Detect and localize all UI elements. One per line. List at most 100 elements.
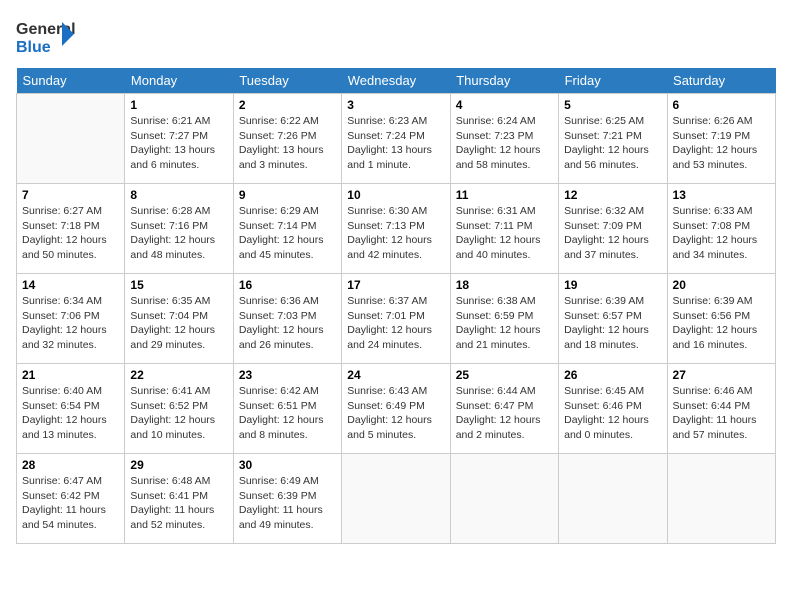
calendar-cell: 8 Sunrise: 6:28 AMSunset: 7:16 PMDaylight… xyxy=(125,184,233,274)
day-number: 21 xyxy=(22,368,119,382)
col-header-friday: Friday xyxy=(559,68,667,94)
day-number: 26 xyxy=(564,368,661,382)
calendar-cell: 30 Sunrise: 6:49 AMSunset: 6:39 PMDayligh… xyxy=(233,454,341,544)
day-info: Sunrise: 6:43 AMSunset: 6:49 PMDaylight:… xyxy=(347,384,444,443)
day-info: Sunrise: 6:41 AMSunset: 6:52 PMDaylight:… xyxy=(130,384,227,443)
day-info: Sunrise: 6:46 AMSunset: 6:44 PMDaylight:… xyxy=(673,384,770,443)
day-info: Sunrise: 6:35 AMSunset: 7:04 PMDaylight:… xyxy=(130,294,227,353)
calendar-cell: 22 Sunrise: 6:41 AMSunset: 6:52 PMDayligh… xyxy=(125,364,233,454)
col-header-thursday: Thursday xyxy=(450,68,558,94)
calendar-cell: 27 Sunrise: 6:46 AMSunset: 6:44 PMDayligh… xyxy=(667,364,775,454)
calendar-cell: 25 Sunrise: 6:44 AMSunset: 6:47 PMDayligh… xyxy=(450,364,558,454)
day-number: 19 xyxy=(564,278,661,292)
day-number: 12 xyxy=(564,188,661,202)
day-info: Sunrise: 6:27 AMSunset: 7:18 PMDaylight:… xyxy=(22,204,119,263)
calendar-cell: 13 Sunrise: 6:33 AMSunset: 7:08 PMDayligh… xyxy=(667,184,775,274)
day-info: Sunrise: 6:38 AMSunset: 6:59 PMDaylight:… xyxy=(456,294,553,353)
calendar-cell: 9 Sunrise: 6:29 AMSunset: 7:14 PMDaylight… xyxy=(233,184,341,274)
calendar-cell: 14 Sunrise: 6:34 AMSunset: 7:06 PMDayligh… xyxy=(17,274,125,364)
day-info: Sunrise: 6:34 AMSunset: 7:06 PMDaylight:… xyxy=(22,294,119,353)
day-info: Sunrise: 6:28 AMSunset: 7:16 PMDaylight:… xyxy=(130,204,227,263)
col-header-monday: Monday xyxy=(125,68,233,94)
day-number: 29 xyxy=(130,458,227,472)
calendar-cell xyxy=(342,454,450,544)
day-info: Sunrise: 6:45 AMSunset: 6:46 PMDaylight:… xyxy=(564,384,661,443)
day-info: Sunrise: 6:36 AMSunset: 7:03 PMDaylight:… xyxy=(239,294,336,353)
calendar-cell: 18 Sunrise: 6:38 AMSunset: 6:59 PMDayligh… xyxy=(450,274,558,364)
calendar-cell xyxy=(17,94,125,184)
day-info: Sunrise: 6:37 AMSunset: 7:01 PMDaylight:… xyxy=(347,294,444,353)
col-header-sunday: Sunday xyxy=(17,68,125,94)
day-info: Sunrise: 6:48 AMSunset: 6:41 PMDaylight:… xyxy=(130,474,227,533)
col-header-saturday: Saturday xyxy=(667,68,775,94)
day-info: Sunrise: 6:21 AMSunset: 7:27 PMDaylight:… xyxy=(130,114,227,173)
day-info: Sunrise: 6:30 AMSunset: 7:13 PMDaylight:… xyxy=(347,204,444,263)
calendar-cell: 19 Sunrise: 6:39 AMSunset: 6:57 PMDayligh… xyxy=(559,274,667,364)
day-number: 24 xyxy=(347,368,444,382)
day-number: 14 xyxy=(22,278,119,292)
day-info: Sunrise: 6:47 AMSunset: 6:42 PMDaylight:… xyxy=(22,474,119,533)
day-number: 18 xyxy=(456,278,553,292)
day-number: 7 xyxy=(22,188,119,202)
day-info: Sunrise: 6:24 AMSunset: 7:23 PMDaylight:… xyxy=(456,114,553,173)
col-header-wednesday: Wednesday xyxy=(342,68,450,94)
day-info: Sunrise: 6:39 AMSunset: 6:56 PMDaylight:… xyxy=(673,294,770,353)
calendar-cell: 11 Sunrise: 6:31 AMSunset: 7:11 PMDayligh… xyxy=(450,184,558,274)
day-number: 2 xyxy=(239,98,336,112)
day-number: 6 xyxy=(673,98,770,112)
calendar-cell: 2 Sunrise: 6:22 AMSunset: 7:26 PMDaylight… xyxy=(233,94,341,184)
day-info: Sunrise: 6:49 AMSunset: 6:39 PMDaylight:… xyxy=(239,474,336,533)
calendar-cell: 5Sunrise: 6:25 AMSunset: 7:21 PMDaylight… xyxy=(559,94,667,184)
day-info: Sunrise: 6:23 AMSunset: 7:24 PMDaylight:… xyxy=(347,114,444,173)
day-number: 23 xyxy=(239,368,336,382)
calendar-cell: 21 Sunrise: 6:40 AMSunset: 6:54 PMDayligh… xyxy=(17,364,125,454)
day-info: Sunrise: 6:25 AMSunset: 7:21 PMDaylight:… xyxy=(564,114,661,173)
day-number: 3 xyxy=(347,98,444,112)
calendar-cell: 7 Sunrise: 6:27 AMSunset: 7:18 PMDaylight… xyxy=(17,184,125,274)
logo-svg: GeneralBlue xyxy=(16,16,76,58)
calendar-cell: 24 Sunrise: 6:43 AMSunset: 6:49 PMDayligh… xyxy=(342,364,450,454)
day-number: 11 xyxy=(456,188,553,202)
day-number: 30 xyxy=(239,458,336,472)
day-info: Sunrise: 6:33 AMSunset: 7:08 PMDaylight:… xyxy=(673,204,770,263)
calendar-cell: 29 Sunrise: 6:48 AMSunset: 6:41 PMDayligh… xyxy=(125,454,233,544)
day-number: 8 xyxy=(130,188,227,202)
day-info: Sunrise: 6:44 AMSunset: 6:47 PMDaylight:… xyxy=(456,384,553,443)
day-info: Sunrise: 6:29 AMSunset: 7:14 PMDaylight:… xyxy=(239,204,336,263)
day-number: 15 xyxy=(130,278,227,292)
calendar-cell xyxy=(667,454,775,544)
day-info: Sunrise: 6:26 AMSunset: 7:19 PMDaylight:… xyxy=(673,114,770,173)
day-number: 9 xyxy=(239,188,336,202)
calendar-table: SundayMondayTuesdayWednesdayThursdayFrid… xyxy=(16,68,776,544)
day-info: Sunrise: 6:40 AMSunset: 6:54 PMDaylight:… xyxy=(22,384,119,443)
day-number: 28 xyxy=(22,458,119,472)
calendar-cell xyxy=(450,454,558,544)
day-number: 13 xyxy=(673,188,770,202)
day-info: Sunrise: 6:31 AMSunset: 7:11 PMDaylight:… xyxy=(456,204,553,263)
svg-text:Blue: Blue xyxy=(16,39,51,56)
day-info: Sunrise: 6:22 AMSunset: 7:26 PMDaylight:… xyxy=(239,114,336,173)
calendar-cell: 6 Sunrise: 6:26 AMSunset: 7:19 PMDaylight… xyxy=(667,94,775,184)
page-header: GeneralBlue xyxy=(16,16,776,58)
calendar-cell: 1 Sunrise: 6:21 AMSunset: 7:27 PMDaylight… xyxy=(125,94,233,184)
day-number: 25 xyxy=(456,368,553,382)
col-header-tuesday: Tuesday xyxy=(233,68,341,94)
day-number: 16 xyxy=(239,278,336,292)
day-number: 20 xyxy=(673,278,770,292)
day-number: 17 xyxy=(347,278,444,292)
calendar-cell: 16 Sunrise: 6:36 AMSunset: 7:03 PMDayligh… xyxy=(233,274,341,364)
calendar-cell: 28 Sunrise: 6:47 AMSunset: 6:42 PMDayligh… xyxy=(17,454,125,544)
calendar-cell: 17 Sunrise: 6:37 AMSunset: 7:01 PMDayligh… xyxy=(342,274,450,364)
logo: GeneralBlue xyxy=(16,16,76,58)
day-number: 22 xyxy=(130,368,227,382)
calendar-cell: 15 Sunrise: 6:35 AMSunset: 7:04 PMDayligh… xyxy=(125,274,233,364)
calendar-cell xyxy=(559,454,667,544)
calendar-cell: 4Sunrise: 6:24 AMSunset: 7:23 PMDaylight… xyxy=(450,94,558,184)
day-number: 1 xyxy=(130,98,227,112)
calendar-cell: 20 Sunrise: 6:39 AMSunset: 6:56 PMDayligh… xyxy=(667,274,775,364)
day-number: 27 xyxy=(673,368,770,382)
calendar-cell: 3 Sunrise: 6:23 AMSunset: 7:24 PMDaylight… xyxy=(342,94,450,184)
day-info: Sunrise: 6:39 AMSunset: 6:57 PMDaylight:… xyxy=(564,294,661,353)
calendar-cell: 10 Sunrise: 6:30 AMSunset: 7:13 PMDayligh… xyxy=(342,184,450,274)
day-number: 10 xyxy=(347,188,444,202)
